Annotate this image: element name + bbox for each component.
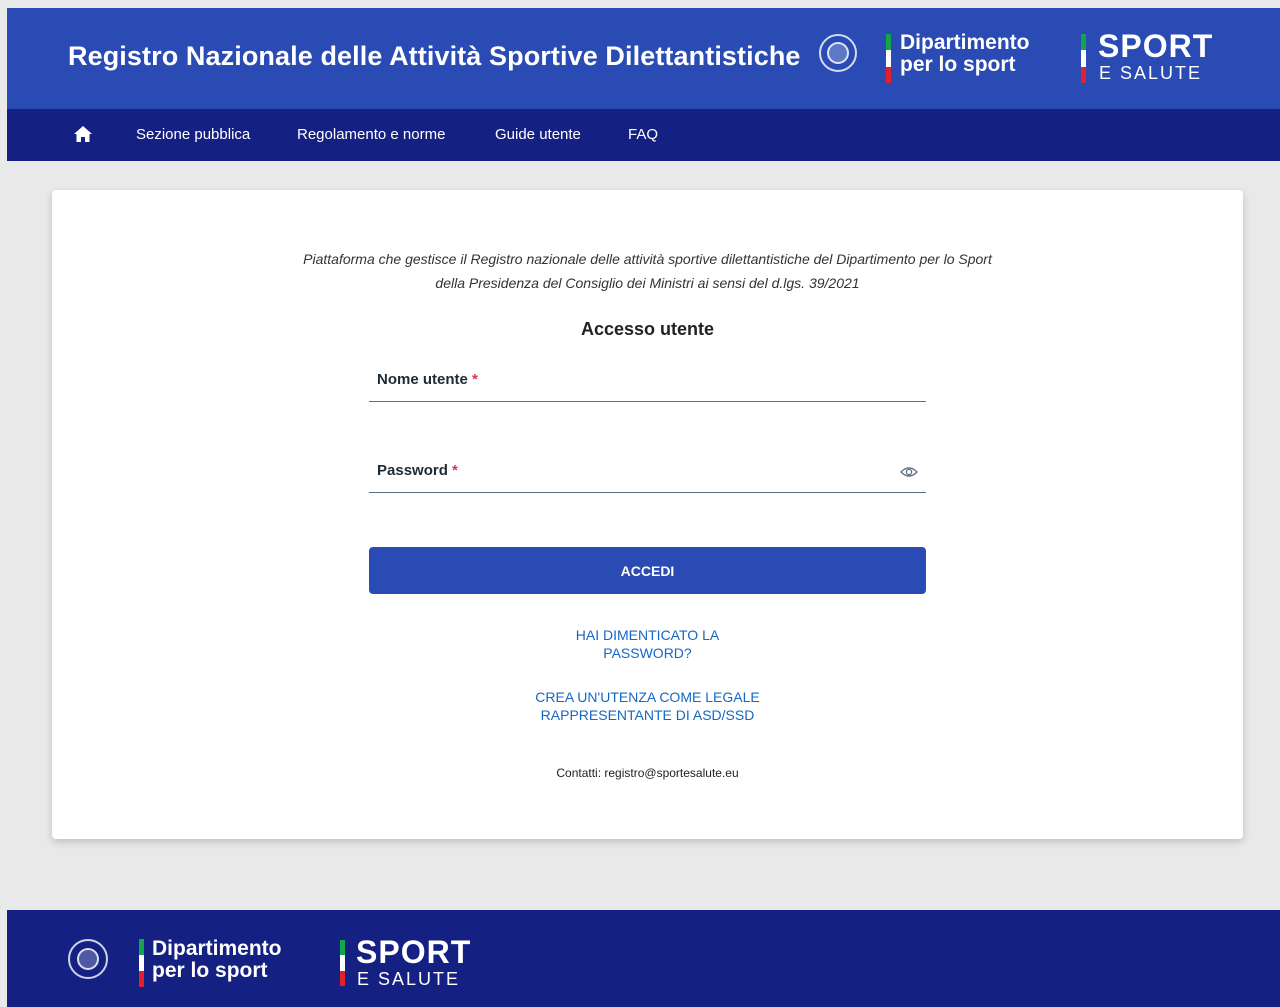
create-account-link[interactable]: CREA UN'UTENZA COME LEGALE RAPPRESENTANT… [52,688,1243,724]
nav-item-faq[interactable]: FAQ [628,126,658,143]
password-field[interactable]: Password * [369,455,926,493]
login-title: Accesso utente [580,319,715,339]
footer-dipartimento-logo: Dipartimento per lo sport [152,937,282,983]
dipartimento-logo-line2: per lo sport [900,53,1016,77]
main-nav: Sezione pubblica Regolamento e norme Gui… [7,109,1280,161]
government-seal-icon [819,34,857,72]
password-label-text: Password [377,462,448,479]
footer-sport-logo-text: SPORT [356,934,472,970]
forgot-password-line1: HAI DIMENTICATO LA [575,627,720,643]
site-title: Registro Nazionale delle Attività Sporti… [68,41,801,71]
footer-dipartimento-line1: Dipartimento [152,937,282,960]
login-button[interactable]: ACCEDI [369,547,926,594]
sport-logo-text: SPORT [1098,28,1214,64]
username-label-text: Nome utente [377,371,468,388]
password-label: Password * [377,462,458,479]
forgot-password-link[interactable]: HAI DIMENTICATO LA PASSWORD? [52,626,1243,662]
header-banner: Registro Nazionale delle Attività Sporti… [7,8,1280,109]
italian-flag-icon [340,940,345,986]
dipartimento-logo-line1: Dipartimento [900,31,1030,54]
contacts-text: Contatti: registro@sportesalute.eu [556,766,739,780]
home-icon[interactable] [74,126,92,142]
italian-flag-icon [886,34,891,83]
dipartimento-logo: Dipartimento per lo sport [900,31,1030,77]
forgot-password-line2: PASSWORD? [603,645,692,661]
footer: Dipartimento per lo sport SPORT E SALUTE [7,910,1280,1007]
username-field[interactable]: Nome utente * [369,364,926,402]
intro-line-1: Piattaforma che gestisce il Registro naz… [303,251,992,267]
footer-dipartimento-line2: per lo sport [152,959,268,983]
login-card: Piattaforma che gestisce il Registro naz… [52,190,1243,839]
intro-line-2: della Presidenza del Consiglio dei Minis… [435,275,860,291]
intro-text: Piattaforma che gestisce il Registro naz… [52,247,1243,295]
salute-logo-text: E SALUTE [1099,63,1203,83]
username-label: Nome utente * [377,371,478,388]
required-mark: * [452,462,458,479]
italian-flag-icon [1081,34,1086,83]
nav-item-regolamento[interactable]: Regolamento e norme [297,126,445,143]
show-password-eye-icon[interactable] [900,466,918,478]
footer-salute-logo-text: E SALUTE [357,969,461,989]
required-mark: * [472,371,478,388]
create-account-line1: CREA UN'UTENZA COME LEGALE [535,689,760,705]
italian-flag-icon [139,939,144,987]
nav-item-sezione-pubblica[interactable]: Sezione pubblica [136,126,250,143]
nav-item-guide-utente[interactable]: Guide utente [495,126,581,143]
government-seal-icon [68,939,108,979]
create-account-line2: RAPPRESENTANTE DI ASD/SSD [540,707,755,723]
